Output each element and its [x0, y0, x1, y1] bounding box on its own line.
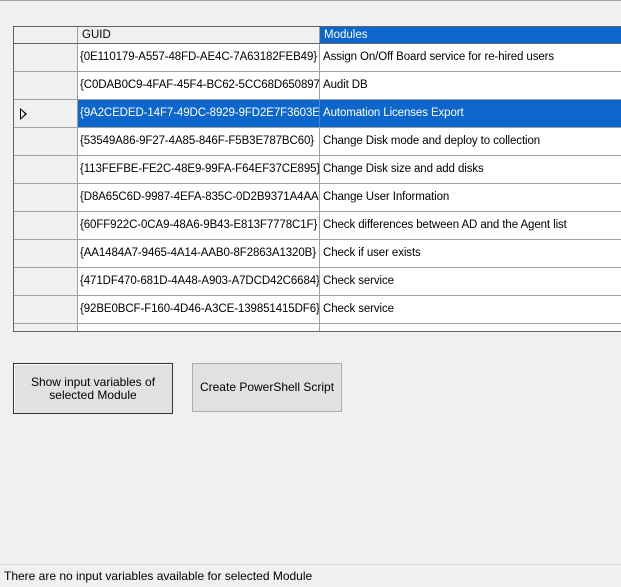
row-header-cell[interactable]: [14, 128, 78, 155]
guid-cell[interactable]: {471DF470-681D-4A48-A903-A7DCD42C6684}: [78, 268, 320, 295]
table-row[interactable]: {471DF470-681D-4A48-A903-A7DCD42C6684} Ch…: [14, 268, 621, 296]
table-row[interactable]: {60FF922C-0CA9-48A6-9B43-E813F7778C1F} Ch…: [14, 212, 621, 240]
table-row[interactable]: {53549A86-9F27-4A85-846F-F5B3E787BC60} Ch…: [14, 128, 621, 156]
module-cell[interactable]: Automation Licenses Export: [320, 100, 621, 127]
column-header-guid[interactable]: GUID: [78, 27, 320, 43]
row-header-cell[interactable]: [14, 44, 78, 71]
module-cell[interactable]: Check service: [320, 268, 621, 295]
empty-cell[interactable]: [78, 324, 320, 331]
row-header-cell[interactable]: [14, 100, 78, 127]
table-row[interactable]: {9A2CEDED-14F7-49DC-8929-9FD2E7F3603E} Au…: [14, 100, 621, 128]
guid-cell[interactable]: {AA1484A7-9465-4A14-AAB0-8F2863A1320B}: [78, 240, 320, 267]
row-header-cell[interactable]: [14, 184, 78, 211]
module-cell[interactable]: Change User Information: [320, 184, 621, 211]
guid-cell[interactable]: {D8A65C6D-9987-4EFA-835C-0D2B9371A4AA}: [78, 184, 320, 211]
table-row[interactable]: {92BE0BCF-F160-4D46-A3CE-139851415DF6} Ch…: [14, 296, 621, 324]
status-text: There are no input variables available f…: [4, 569, 313, 583]
grid-header-row: GUID Modules: [14, 27, 621, 44]
module-cell[interactable]: Assign On/Off Board service for re-hired…: [320, 44, 621, 71]
empty-cell[interactable]: [320, 324, 621, 331]
window-top-border: [0, 0, 621, 1]
row-header-cell[interactable]: [14, 240, 78, 267]
guid-cell[interactable]: {113FEFBE-FE2C-48E9-99FA-F64EF37CE895}: [78, 156, 320, 183]
row-header-cell[interactable]: [14, 296, 78, 323]
new-row-placeholder[interactable]: [14, 324, 621, 331]
modules-data-grid[interactable]: GUID Modules {0E110179-A557-48FD-AE4C-7A…: [13, 26, 621, 332]
empty-cell[interactable]: [14, 324, 78, 331]
guid-cell[interactable]: {C0DAB0C9-4FAF-45F4-BC62-5CC68D650897}: [78, 72, 320, 99]
guid-cell[interactable]: {60FF922C-0CA9-48A6-9B43-E813F7778C1F}: [78, 212, 320, 239]
guid-cell[interactable]: {53549A86-9F27-4A85-846F-F5B3E787BC60}: [78, 128, 320, 155]
grid-corner-header[interactable]: [14, 27, 78, 43]
guid-cell[interactable]: {9A2CEDED-14F7-49DC-8929-9FD2E7F3603E}: [78, 100, 320, 127]
guid-cell[interactable]: {92BE0BCF-F160-4D46-A3CE-139851415DF6}: [78, 296, 320, 323]
module-cell[interactable]: Change Disk size and add disks: [320, 156, 621, 183]
table-row[interactable]: {0E110179-A557-48FD-AE4C-7A63182FEB49} As…: [14, 44, 621, 72]
guid-cell[interactable]: {0E110179-A557-48FD-AE4C-7A63182FEB49}: [78, 44, 320, 71]
create-powershell-script-button[interactable]: Create PowerShell Script: [192, 363, 342, 412]
module-cell[interactable]: Audit DB: [320, 72, 621, 99]
table-row[interactable]: {AA1484A7-9465-4A14-AAB0-8F2863A1320B} Ch…: [14, 240, 621, 268]
current-row-indicator-icon: [20, 108, 27, 120]
status-bar: There are no input variables available f…: [0, 564, 621, 587]
module-cell[interactable]: Change Disk mode and deploy to collectio…: [320, 128, 621, 155]
row-header-cell[interactable]: [14, 156, 78, 183]
show-input-variables-button[interactable]: Show input variables of selected Module: [13, 363, 173, 414]
table-row[interactable]: {D8A65C6D-9987-4EFA-835C-0D2B9371A4AA} Ch…: [14, 184, 621, 212]
table-row[interactable]: {C0DAB0C9-4FAF-45F4-BC62-5CC68D650897} Au…: [14, 72, 621, 100]
table-row[interactable]: {113FEFBE-FE2C-48E9-99FA-F64EF37CE895} Ch…: [14, 156, 621, 184]
module-cell[interactable]: Check if user exists: [320, 240, 621, 267]
module-cell[interactable]: Check differences between AD and the Age…: [320, 212, 621, 239]
row-header-cell[interactable]: [14, 212, 78, 239]
column-header-modules[interactable]: Modules: [320, 27, 621, 43]
module-cell[interactable]: Check service: [320, 296, 621, 323]
row-header-cell[interactable]: [14, 72, 78, 99]
row-header-cell[interactable]: [14, 268, 78, 295]
